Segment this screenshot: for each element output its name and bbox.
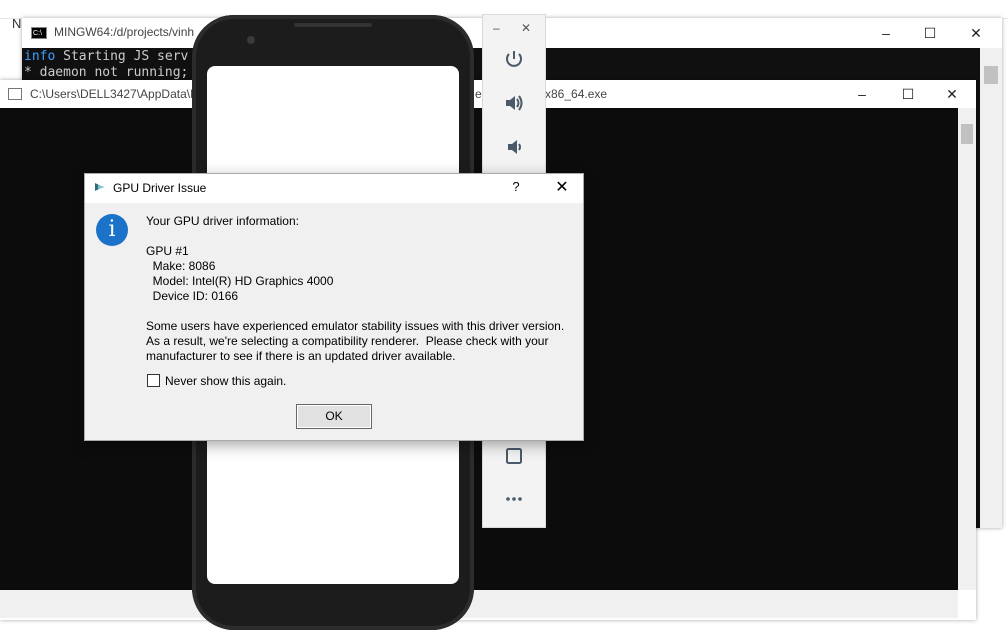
gpu-device-id: Device ID: 0166 <box>146 289 239 303</box>
scrollbar-thumb[interactable] <box>961 124 973 144</box>
explorer-partial-label: N <box>12 16 22 31</box>
overview-icon[interactable] <box>499 444 529 474</box>
dialog-heading: Your GPU driver information: <box>146 214 299 228</box>
dialog-message: Your GPU driver information: GPU #1 Make… <box>146 214 576 364</box>
minimize-button[interactable]: – <box>840 79 884 109</box>
close-button[interactable]: ✕ <box>547 177 577 197</box>
info-icon: i <box>96 214 128 246</box>
toolbar-minimize-button[interactable]: – <box>493 21 500 35</box>
phone-speaker <box>294 23 372 27</box>
dialog-message-line-2: As a result, we're selecting a compatibi… <box>146 334 549 348</box>
mingw-scrollbar[interactable] <box>980 48 1002 528</box>
toolbar-close-button[interactable]: ✕ <box>521 21 531 35</box>
close-button[interactable]: ✕ <box>954 18 998 48</box>
maximize-button[interactable]: ☐ <box>908 18 952 48</box>
ok-button[interactable]: OK <box>296 404 372 429</box>
terminal-icon: C:\ <box>31 27 47 39</box>
scrollbar-thumb[interactable] <box>984 66 998 84</box>
maximize-button[interactable]: ☐ <box>886 79 930 109</box>
cmd-horizontal-scrollbar[interactable] <box>0 590 958 618</box>
emulator-app-icon <box>95 183 105 191</box>
terminal-line: info Starting JS serv <box>24 49 189 64</box>
terminal-line: * daemon not running; <box>24 65 189 80</box>
dialog-titlebar[interactable]: GPU Driver Issue ? ✕ <box>85 174 583 203</box>
power-icon[interactable] <box>499 48 529 78</box>
minimize-button[interactable]: – <box>864 18 908 48</box>
cmd-title-exe: x86_64.exe <box>545 87 608 101</box>
cmd-title: C:\Users\DELL3427\AppData\L <box>30 87 197 101</box>
help-button[interactable]: ? <box>505 179 527 194</box>
phone-camera <box>247 36 255 44</box>
dialog-title: GPU Driver Issue <box>113 181 207 195</box>
dialog-message-line-3: manufacturer to see if there is an updat… <box>146 349 456 363</box>
gpu-model: Model: Intel(R) HD Graphics 4000 <box>146 274 334 288</box>
never-show-checkbox[interactable] <box>147 374 160 387</box>
volume-up-icon[interactable] <box>499 92 529 122</box>
console-icon <box>8 88 22 100</box>
mingw-title: MINGW64:/d/projects/vinh <box>54 25 195 39</box>
more-icon[interactable] <box>499 488 529 518</box>
volume-down-icon[interactable] <box>499 136 529 166</box>
gpu-make: Make: 8086 <box>146 259 216 273</box>
never-show-label[interactable]: Never show this again. <box>165 374 286 388</box>
cmd-title-fragment: e <box>475 87 482 101</box>
dialog-message-line-1: Some users have experienced emulator sta… <box>146 319 565 333</box>
gpu-label: GPU #1 <box>146 244 189 258</box>
gpu-driver-dialog: GPU Driver Issue ? ✕ i Your GPU driver i… <box>84 173 584 441</box>
cmd-vertical-scrollbar[interactable] <box>958 108 976 590</box>
close-button[interactable]: ✕ <box>930 79 974 109</box>
